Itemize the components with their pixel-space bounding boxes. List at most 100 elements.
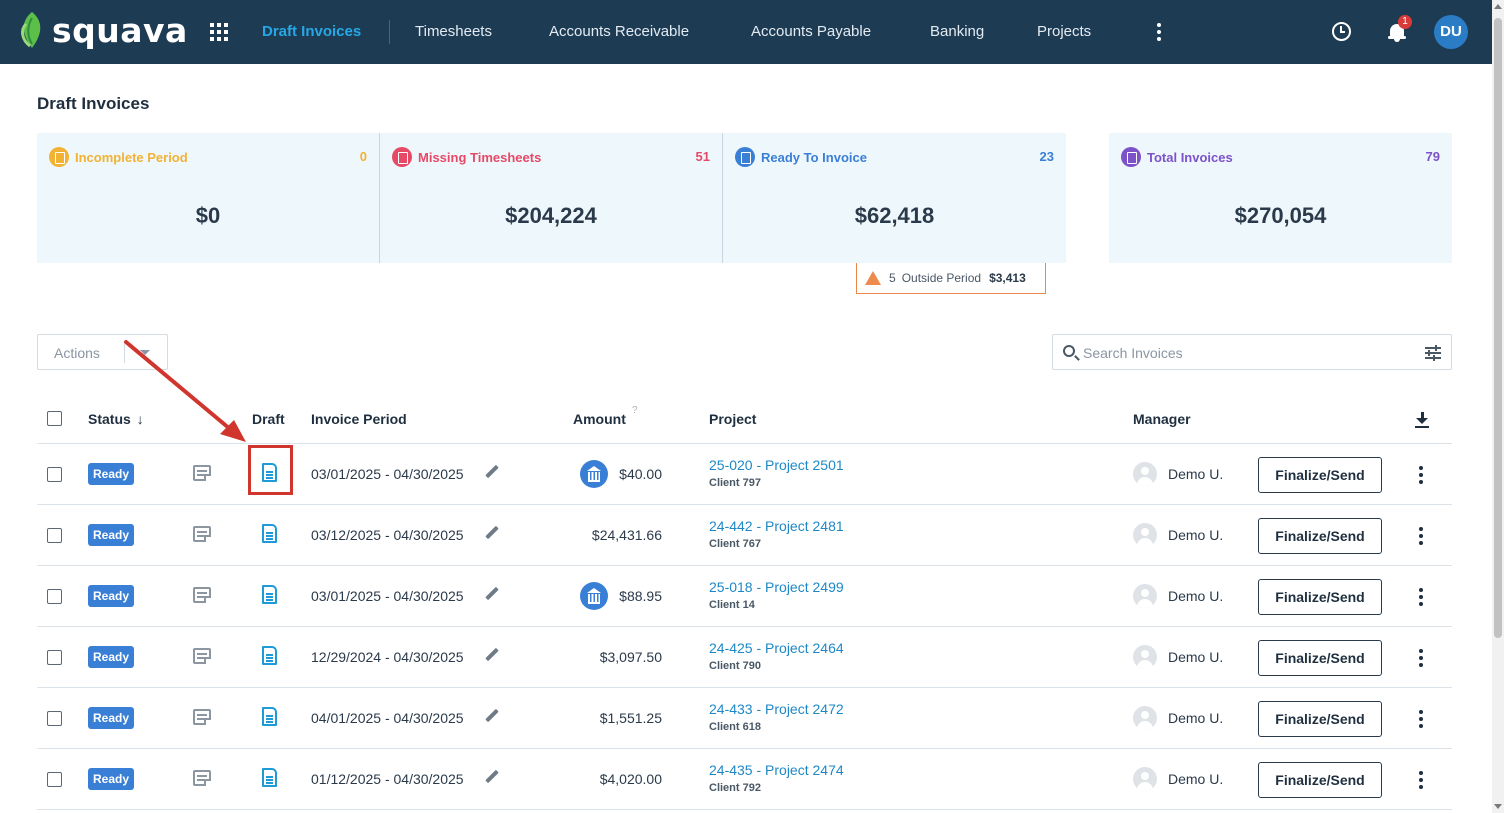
th-status[interactable]: Status ↓ [88,411,144,427]
edit-pencil-icon[interactable] [485,648,499,662]
draft-document-icon[interactable] [262,768,277,787]
edit-pencil-icon[interactable] [485,770,499,784]
outside-period-count: 5 [889,271,896,285]
brand-name: squava [52,10,188,50]
actions-divider [124,343,125,363]
row-more-icon[interactable] [1419,710,1423,728]
edit-pencil-icon[interactable] [485,587,499,601]
calendar-icon [49,147,69,167]
outside-period-tag[interactable]: 5 Outside Period $3,413 [856,263,1046,294]
sort-down-arrow-icon[interactable]: ↓ [137,411,144,427]
manager-avatar-icon [1133,523,1157,547]
search-input[interactable] [1083,343,1413,363]
invoice-amount: $3,097.50 [599,649,662,665]
scroll-up-arrow-icon[interactable] [1494,4,1502,9]
finalize-send-button[interactable]: Finalize/Send [1258,640,1382,676]
draft-document-icon[interactable] [262,524,277,543]
row-more-icon[interactable] [1419,466,1423,484]
finalize-send-button[interactable]: Finalize/Send [1258,457,1382,493]
finalize-send-button[interactable]: Finalize/Send [1258,701,1382,737]
project-link[interactable]: 24-442 - Project 2481 [709,518,844,534]
edit-pencil-icon[interactable] [485,709,499,723]
project-link[interactable]: 25-020 - Project 2501 [709,457,844,473]
row-checkbox[interactable] [47,711,62,726]
select-all-checkbox[interactable] [47,411,62,426]
card-incomplete-period[interactable]: Incomplete Period 0 $0 [37,133,379,263]
download-icon[interactable] [1415,412,1429,428]
row-checkbox[interactable] [47,650,62,665]
bank-icon[interactable] [580,582,608,610]
scrollbar-thumb[interactable] [1494,18,1502,638]
help-question-icon[interactable]: ? [632,405,638,416]
finalize-send-button[interactable]: Finalize/Send [1258,762,1382,798]
card-label: Ready To Invoice [761,149,867,165]
project-link[interactable]: 25-018 - Project 2499 [709,579,844,595]
card-count: 0 [359,149,367,164]
more-menu-icon[interactable] [1157,23,1161,41]
project-client: Client 767 [709,538,761,550]
draft-document-icon[interactable] [262,585,277,604]
card-count: 79 [1425,149,1440,164]
leaf-logo-icon [21,12,41,48]
notes-icon[interactable] [193,648,211,664]
notes-icon[interactable] [193,526,211,542]
invoice-period: 04/01/2025 - 04/30/2025 [311,710,464,726]
nav-accounts-receivable[interactable]: Accounts Receivable [549,23,689,40]
notes-icon[interactable] [193,587,211,603]
row-checkbox[interactable] [47,772,62,787]
page-title: Draft Invoices [37,94,150,113]
th-amount: Amount [573,411,626,427]
card-amount: $62,418 [854,203,935,228]
th-manager: Manager [1133,411,1191,427]
row-more-icon[interactable] [1419,588,1423,606]
apps-grid-icon[interactable] [210,23,228,41]
finalize-send-button[interactable]: Finalize/Send [1258,518,1382,554]
nav-banking[interactable]: Banking [930,23,984,40]
card-missing-timesheets[interactable]: Missing Timesheets 51 $204,224 [380,133,722,263]
notes-icon[interactable] [193,465,211,481]
draft-document-icon[interactable] [262,707,277,726]
invoice-icon [735,147,755,167]
card-count: 23 [1039,149,1054,164]
filter-sliders-icon[interactable] [1425,345,1441,361]
nav-projects[interactable]: Projects [1037,23,1091,40]
notes-icon[interactable] [193,770,211,786]
row-more-icon[interactable] [1419,649,1423,667]
outside-period-label: Outside Period [901,271,982,285]
table-row: Ready 12/29/2024 - 04/30/2025 $3,097.50 24-… [37,627,1452,688]
draft-document-icon[interactable] [262,646,277,665]
nav-accounts-payable[interactable]: Accounts Payable [751,23,871,40]
project-link[interactable]: 24-435 - Project 2474 [709,762,844,778]
notes-icon[interactable] [193,709,211,725]
row-checkbox[interactable] [47,589,62,604]
invoice-amount: $4,020.00 [599,771,662,787]
user-avatar[interactable]: DU [1434,15,1468,49]
project-link[interactable]: 24-425 - Project 2464 [709,640,844,656]
edit-pencil-icon[interactable] [485,465,499,479]
row-more-icon[interactable] [1419,527,1423,545]
nav-divider [389,20,390,44]
row-checkbox[interactable] [47,528,62,543]
finalize-send-button[interactable]: Finalize/Send [1258,579,1382,615]
card-amount: $270,054 [1234,203,1327,228]
card-amount: $204,224 [505,203,597,228]
nav-draft-invoices[interactable]: Draft Invoices [262,23,361,40]
manager-avatar-icon [1133,584,1157,608]
status-badge: Ready [88,768,134,790]
invoice-period: 03/01/2025 - 04/30/2025 [311,466,464,482]
squava-logo[interactable]: squava [18,10,188,50]
scroll-down-arrow-icon[interactable] [1494,804,1502,809]
clock-icon[interactable] [1332,22,1351,41]
edit-pencil-icon[interactable] [485,526,499,540]
row-checkbox[interactable] [47,467,62,482]
manager-name: Demo U. [1168,771,1224,787]
invoice-amount: $1,551.25 [599,710,662,726]
card-total-invoices[interactable]: Total Invoices 79 $270,054 [1109,133,1452,263]
row-more-icon[interactable] [1419,771,1423,789]
card-ready-to-invoice[interactable]: Ready To Invoice 23 $62,418 [723,133,1066,263]
bank-icon[interactable] [580,460,608,488]
project-link[interactable]: 24-433 - Project 2472 [709,701,844,717]
nav-timesheets[interactable]: Timesheets [415,23,492,40]
chevron-down-icon[interactable] [140,350,150,355]
outside-period-amount: $3,413 [989,271,1026,285]
